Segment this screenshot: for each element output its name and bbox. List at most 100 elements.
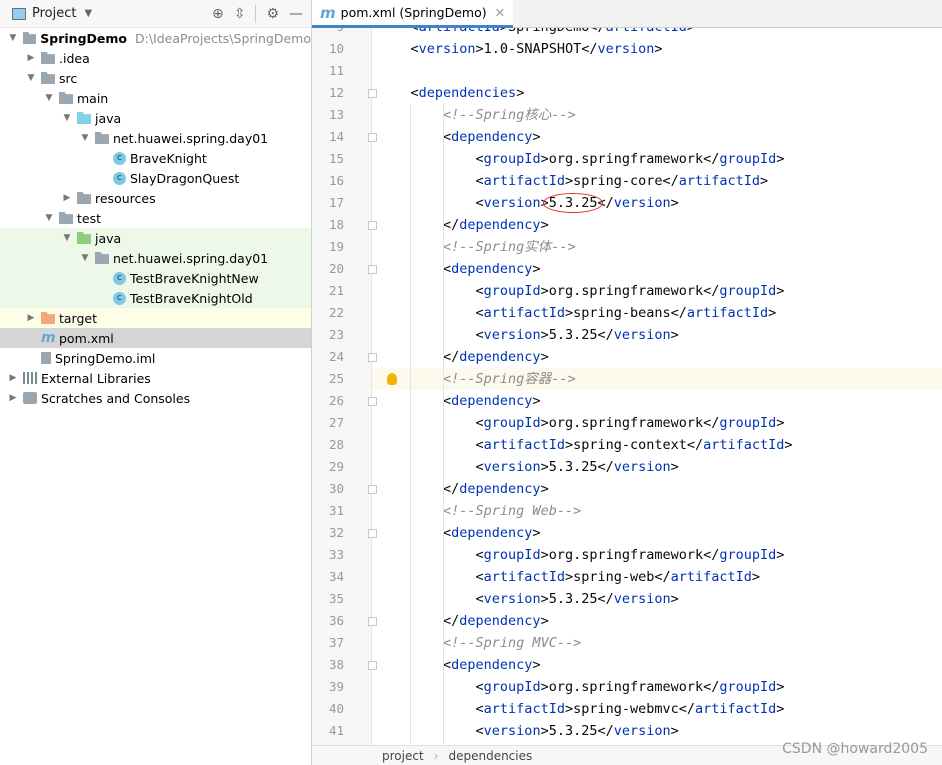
line-number: 25 bbox=[328, 371, 344, 386]
tree-item-label: net.huawei.spring.day01 bbox=[113, 130, 269, 146]
code-line: </dependency> bbox=[378, 613, 549, 629]
chevron-right-icon[interactable]: ▶ bbox=[24, 53, 38, 63]
close-icon[interactable]: ✕ bbox=[495, 5, 505, 20]
line-number: 36 bbox=[328, 613, 344, 628]
watermark: CSDN @howard2005 bbox=[782, 741, 928, 757]
line-number: 12 bbox=[328, 85, 344, 100]
chevron-down-icon[interactable]: ▼ bbox=[60, 113, 74, 123]
code-line: <artifactId>spring-core</artifactId> bbox=[378, 173, 769, 189]
line-number: 33 bbox=[328, 547, 344, 562]
chevron-down-icon[interactable]: ▼ bbox=[78, 133, 92, 143]
tree-item[interactable]: ▶ resources bbox=[0, 188, 311, 208]
line-number: 31 bbox=[328, 503, 344, 518]
code-line: <!--Spring核心--> bbox=[443, 107, 576, 123]
indent-guide bbox=[410, 104, 411, 745]
code-line: <dependency> bbox=[378, 393, 541, 409]
code-line: <artifactId>spring-beans</artifactId> bbox=[378, 305, 777, 321]
code-line: <artifactId>spring-webmvc</artifactId> bbox=[378, 701, 785, 717]
project-path: D:\IdeaProjects\SpringDemo bbox=[135, 30, 311, 46]
project-view-icon bbox=[12, 7, 26, 20]
tree-item[interactable]: ▶ .idea bbox=[0, 48, 311, 68]
file-icon bbox=[41, 352, 51, 364]
line-number: 14 bbox=[328, 129, 344, 144]
chevron-right-icon[interactable]: ▶ bbox=[60, 193, 74, 203]
line-number: 20 bbox=[328, 261, 344, 276]
minimize-icon[interactable]: — bbox=[289, 6, 303, 22]
breadcrumb-item[interactable]: dependencies bbox=[448, 749, 532, 763]
tree-item-label: .idea bbox=[59, 50, 90, 66]
tree-item[interactable]: ▼ src bbox=[0, 68, 311, 88]
code-editor[interactable]: 9 10 11 12 13 14 15 16 17 18 19 20 21 22 23 24 25 26 27 28 2… bbox=[312, 28, 942, 745]
code-line: <groupId>org.springframework</groupId> bbox=[378, 283, 785, 299]
project-view-selector[interactable]: Project bbox=[32, 6, 76, 21]
line-number: 15 bbox=[328, 151, 344, 166]
tree-item-label: TestBraveKnightOld bbox=[130, 290, 253, 306]
code-line: <groupId>org.springframework</groupId> bbox=[378, 415, 785, 431]
tree-item-label: TestBraveKnightNew bbox=[130, 270, 259, 286]
tab-pom-xml[interactable]: m pom.xml (SpringDemo) ✕ bbox=[312, 0, 514, 28]
code-line: <version>5.3.25</version> bbox=[378, 459, 679, 475]
line-number: 30 bbox=[328, 481, 344, 496]
tree-item[interactable]: ▼ main bbox=[0, 88, 311, 108]
chevron-right-icon[interactable]: ▶ bbox=[6, 393, 20, 403]
module-icon bbox=[22, 32, 37, 44]
chevron-right-icon[interactable]: ▶ bbox=[24, 313, 38, 323]
folder-icon bbox=[41, 312, 55, 324]
code-line: </dependency> bbox=[378, 481, 549, 497]
code-line: <artifactId>spring-web</artifactId> bbox=[378, 569, 761, 585]
tree-item[interactable]: ▼ SpringDemo D:\IdeaProjects\SpringDemo bbox=[0, 28, 311, 48]
code-line: <version>1.0-SNAPSHOT</version> bbox=[378, 41, 663, 57]
tree-item[interactable]: ▶ Scratches and Consoles bbox=[0, 388, 311, 408]
chevron-down-icon[interactable]: ▼ bbox=[42, 93, 56, 103]
tree-item[interactable]: SpringDemo.iml bbox=[0, 348, 311, 368]
libraries-icon bbox=[23, 372, 37, 384]
code-line: <artifactId>spring-context</artifactId> bbox=[378, 437, 793, 453]
locate-icon[interactable]: ⊕ bbox=[212, 6, 224, 22]
chevron-down-icon[interactable]: ▼ bbox=[78, 253, 92, 263]
folder-icon bbox=[41, 72, 55, 84]
gear-icon[interactable]: ⚙ bbox=[266, 6, 279, 22]
line-number: 39 bbox=[328, 679, 344, 694]
project-panel: Project ▼ ⊕ ⇳ ⚙ — ▼ SpringDemo D:\IdeaProj… bbox=[0, 0, 312, 765]
chevron-right-icon[interactable]: ▶ bbox=[6, 373, 20, 383]
chevron-down-icon[interactable]: ▼ bbox=[6, 33, 20, 43]
chevron-down-icon[interactable]: ▼ bbox=[60, 233, 74, 243]
tree-item[interactable]: c TestBraveKnightOld bbox=[0, 288, 311, 308]
line-number: 9 bbox=[312, 28, 344, 38]
tree-item[interactable]: c SlayDragonQuest bbox=[0, 168, 311, 188]
tree-item[interactable]: c TestBraveKnightNew bbox=[0, 268, 311, 288]
tree-item[interactable]: ▼ test bbox=[0, 208, 311, 228]
line-number: 21 bbox=[328, 283, 344, 298]
maven-icon: m bbox=[41, 330, 56, 346]
tree-item[interactable]: m pom.xml bbox=[0, 328, 311, 348]
chevron-down-icon[interactable]: ▼ bbox=[24, 73, 38, 83]
project-tree: ▼ SpringDemo D:\IdeaProjects\SpringDemo ▶ .i… bbox=[0, 28, 311, 408]
chevron-down-icon[interactable]: ▼ bbox=[84, 8, 92, 19]
chevron-down-icon[interactable]: ▼ bbox=[42, 213, 56, 223]
breadcrumb-item[interactable]: project bbox=[382, 749, 424, 763]
tree-item[interactable]: ▼ net.huawei.spring.day01 bbox=[0, 128, 311, 148]
line-number: 41 bbox=[328, 723, 344, 738]
tree-item[interactable]: c BraveKnight bbox=[0, 148, 311, 168]
divider bbox=[255, 4, 257, 23]
folder-icon bbox=[41, 52, 55, 64]
lightbulb-icon[interactable] bbox=[387, 373, 397, 385]
tree-item[interactable]: ▼ java bbox=[0, 108, 311, 128]
collapse-icon[interactable]: ⇳ bbox=[234, 6, 246, 22]
tree-item[interactable]: ▶ target bbox=[0, 308, 311, 328]
package-icon bbox=[95, 252, 109, 264]
tree-item[interactable]: ▶ External Libraries bbox=[0, 368, 311, 388]
folder-icon bbox=[77, 112, 91, 124]
tree-item-label: SpringDemo.iml bbox=[55, 350, 156, 366]
class-icon: c bbox=[113, 151, 126, 165]
code-line: <version>5.3.25</version> bbox=[378, 723, 679, 739]
code-line: <dependency> bbox=[378, 261, 541, 277]
code-line: <artifactId>SpringDemo</artifactId> bbox=[372, 28, 942, 38]
line-number: 19 bbox=[328, 239, 344, 254]
chevron-right-icon: › bbox=[433, 748, 439, 763]
tree-item[interactable]: ▼ net.huawei.spring.day01 bbox=[0, 248, 311, 268]
tab-label: pom.xml (SpringDemo) bbox=[340, 5, 487, 20]
tree-item-label: Scratches and Consoles bbox=[41, 390, 191, 406]
tree-item[interactable]: ▼ java bbox=[0, 228, 311, 248]
